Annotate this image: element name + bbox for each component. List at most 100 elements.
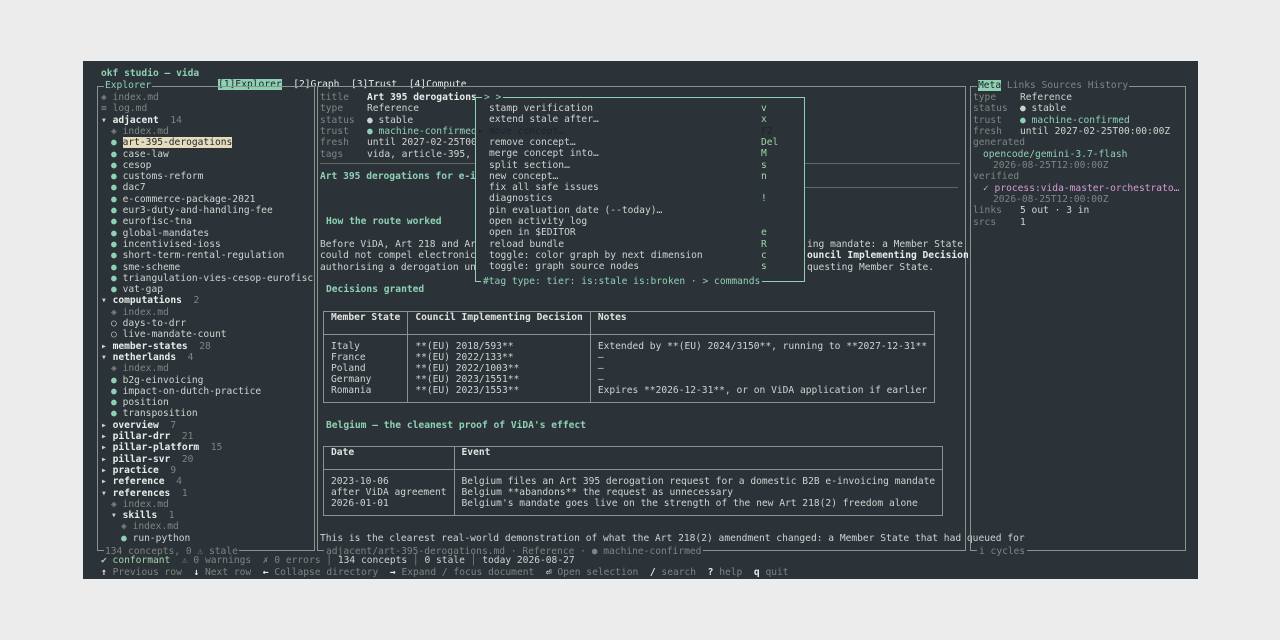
tree-label: overview	[112, 419, 159, 431]
tree-row[interactable]: ● e-commerce-package-2021	[111, 194, 255, 205]
tree-count: 15	[210, 442, 223, 454]
status-warnings: ⚠ 0 warnings	[181, 555, 252, 566]
tree-row[interactable]: ◈ index.md	[111, 363, 169, 374]
tree-row[interactable]: ● global-mandates	[111, 228, 209, 239]
tree-row[interactable]: ▸ pillar-drr 21	[101, 431, 193, 442]
tree-label: index.md	[122, 125, 169, 137]
tree-icon: ○	[111, 329, 117, 341]
meta-key: tags	[320, 148, 344, 160]
inspector-fresh-value: until 2027-02-25T00:00:00Z	[1020, 126, 1171, 137]
tree-icon: ●	[111, 408, 117, 420]
tree-row[interactable]: ○ live-mandate-count	[111, 329, 227, 340]
palette-item-label: toggle: color graph by next dimension	[489, 249, 703, 261]
tree-row[interactable]: ● sme-scheme	[111, 262, 180, 273]
palette-item-key: F2	[761, 125, 773, 137]
inspector-verified-at: 2026-08-25T12:00:00Z	[993, 194, 1109, 205]
tree-label: log.md	[112, 103, 148, 115]
tree-label: impact-on-dutch-practice	[122, 385, 262, 397]
tree-row[interactable]: ● b2g-einvoicing	[111, 375, 203, 386]
tree-label: index.md	[122, 363, 169, 375]
table-cell: 2023-10-06 after ViDA agreement 2026-01-…	[323, 469, 455, 516]
tree-row[interactable]: ◈ index.md	[111, 126, 169, 137]
tree-label: pillar-platform	[112, 442, 200, 454]
tree-row[interactable]: ▸ pillar-svr 20	[101, 454, 193, 465]
tree-icon: ▸	[101, 442, 107, 454]
tree-icon: ≡	[101, 103, 107, 115]
tree-row[interactable]: ● run-python	[121, 533, 190, 544]
hint-label: help	[719, 567, 743, 578]
status-concepts: 134 concepts	[337, 555, 408, 566]
tab-links[interactable]: Links	[1007, 80, 1036, 91]
tree-row[interactable]: ▸ reference 4	[101, 476, 182, 487]
tree-row[interactable]: ▸ overview 7	[101, 420, 176, 431]
explorer-panel: Explorer ◈ index.md ≡ log.md ▾ adjacent 14…	[97, 80, 315, 557]
tree-row[interactable]: ▾ references 1	[101, 488, 188, 499]
tree-row[interactable]: ● eur3-duty-and-handling-fee	[111, 205, 273, 216]
tree-icon: ●	[111, 171, 117, 183]
tree-icon: ▸	[101, 453, 107, 465]
palette-item-key: M	[761, 148, 767, 160]
tree-row[interactable]: ● vat-gap	[111, 284, 163, 295]
palette-item-label: reload bundle	[489, 238, 565, 250]
palette-item-key: n	[761, 170, 767, 182]
table-cell: Italy France Poland Germany Romania	[322, 334, 409, 403]
tree-row[interactable]: ● eurofisc-tna	[111, 216, 192, 227]
tree-row[interactable]: ● case-law	[111, 149, 169, 160]
tree-icon: ●	[111, 205, 117, 216]
table-cell: Belgium files an Art 395 derogation requ…	[453, 469, 944, 516]
tree-row[interactable]: ○ days-to-drr	[111, 318, 186, 329]
paragraph-fragment: authorising a derogation unde	[320, 261, 488, 273]
palette-item-key: c	[761, 249, 767, 261]
inspector-links-value: 5 out · 3 in	[1020, 205, 1090, 216]
tree-row[interactable]: ◈ index.md	[111, 499, 169, 510]
tab-history[interactable]: History	[1088, 80, 1128, 91]
tree-row[interactable]: ● impact-on-dutch-practice	[111, 386, 261, 397]
tree-row[interactable]: ● position	[111, 397, 169, 408]
tree-row[interactable]: ▾ skills 1	[111, 510, 175, 521]
palette-item-label: split section…	[489, 159, 570, 171]
tree-row[interactable]: ◈ index.md	[101, 92, 159, 103]
meta-key: type	[320, 103, 344, 115]
tab-meta[interactable]: Meta	[978, 80, 1002, 91]
meta-value: vida, article-395, d	[367, 148, 483, 160]
tree-row[interactable]: ● triangulation-vies-cesop-eurofisc	[111, 273, 313, 284]
tree-icon: ◈	[111, 498, 117, 510]
tree-label: pillar-svr	[112, 453, 171, 465]
tree-icon: ●	[111, 238, 117, 250]
table-header: Notes	[589, 311, 936, 335]
tree-row[interactable]: ▾ netherlands 4	[101, 352, 193, 363]
tree-label: adjacent	[112, 114, 159, 126]
tree-icon: ●	[111, 284, 117, 296]
tree-label: case-law	[122, 148, 169, 160]
hint-key: ?	[707, 567, 714, 578]
tree-row[interactable]: ● customs-reform	[111, 171, 203, 182]
tree-row[interactable]: ● incentivised-ioss	[111, 239, 221, 250]
tree-label: pillar-drr	[112, 431, 171, 442]
tree-row[interactable]: ● art-395-derogations	[111, 137, 233, 149]
palette-prompt[interactable]: > >	[482, 92, 504, 104]
tree-row[interactable]: ≡ log.md	[101, 103, 147, 114]
tree-count: 28	[199, 340, 211, 352]
tree-icon: ●	[121, 532, 127, 544]
tree-row[interactable]: ● transposition	[111, 408, 198, 419]
tab-sources[interactable]: Sources	[1042, 80, 1082, 91]
tree-count: 7	[170, 419, 177, 431]
tree-label: index.md	[132, 521, 179, 533]
palette-item-label: stamp verification	[489, 103, 593, 114]
palette-item-key: x	[761, 114, 767, 126]
tree-icon: ●	[111, 385, 117, 397]
tree-row[interactable]: ● dac7	[111, 182, 146, 193]
tree-row[interactable]: ▾ adjacent 14	[101, 115, 182, 126]
tree-label: references	[112, 487, 171, 499]
tree-label: netherlands	[112, 351, 177, 363]
tree-row[interactable]: ▸ practice 9	[101, 465, 176, 476]
tree-row[interactable]: ▾ computations 2	[101, 295, 199, 306]
inspector-verified-by: ✓ process:vida-master-orchestrato…	[983, 183, 1180, 194]
inspector-verified-label: verified	[973, 171, 1020, 182]
tree-row[interactable]: ● short-term-rental-regulation	[111, 250, 284, 261]
tree-row[interactable]: ▸ pillar-platform 15	[101, 442, 222, 453]
tree-row[interactable]: ◈ index.md	[111, 307, 169, 318]
tree-row[interactable]: ▸ member-states 28	[101, 341, 211, 352]
tree-row[interactable]: ◈ index.md	[121, 521, 179, 532]
tree-row[interactable]: ● cesop	[111, 160, 151, 171]
